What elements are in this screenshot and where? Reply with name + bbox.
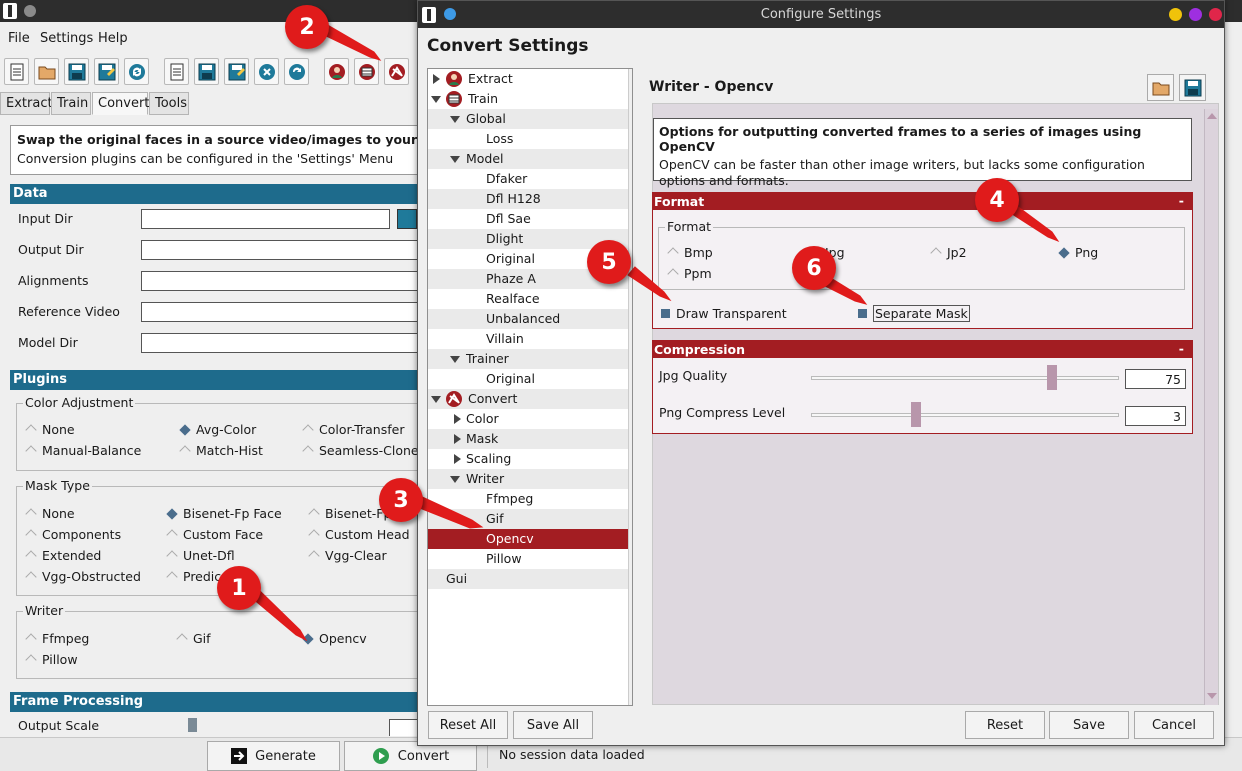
arrow-5 [627, 266, 672, 302]
annotation-badge-5: 5 [587, 240, 631, 284]
annotation-badge-1: 1 [217, 566, 261, 610]
arrow-2 [319, 23, 382, 61]
annotation-badge-2: 2 [285, 5, 329, 49]
annotation-badge-3: 3 [379, 478, 423, 522]
annotation-badge-6: 6 [792, 246, 836, 290]
arrow-1 [251, 589, 308, 642]
annotation-arrows [251, 23, 1060, 642]
annotation-badge-4: 4 [975, 178, 1019, 222]
arrow-4 [1008, 205, 1060, 243]
